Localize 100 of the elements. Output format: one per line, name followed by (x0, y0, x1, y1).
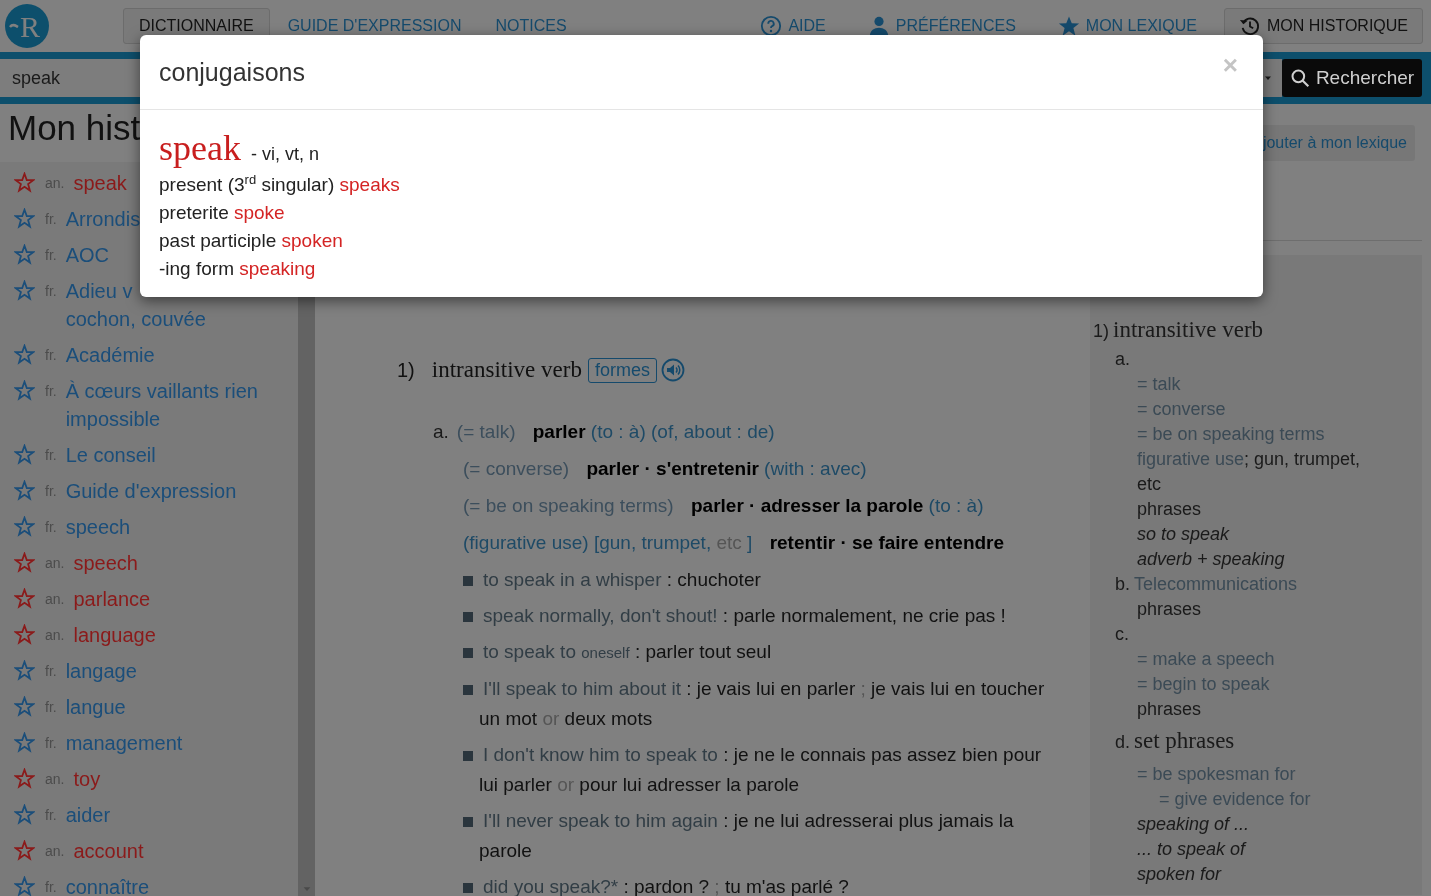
usage-note[interactable]: = talk (1137, 374, 1181, 394)
outline-link[interactable]: spoken for (1137, 864, 1222, 884)
star-icon[interactable] (14, 280, 35, 301)
history-link[interactable]: AOC (65, 241, 109, 269)
help-icon (760, 15, 783, 37)
star-icon[interactable] (14, 660, 35, 681)
history-link[interactable]: langage (65, 657, 137, 685)
star-icon[interactable] (14, 208, 35, 229)
bullet-icon (463, 751, 473, 761)
nav-link[interactable]: MON LEXIQUE (1042, 8, 1212, 44)
outline-link[interactable]: speaking of ... (1137, 814, 1250, 834)
star-icon[interactable] (14, 840, 35, 861)
scroll-down-icon[interactable] (301, 884, 312, 894)
history-link[interactable]: connaître (65, 873, 150, 896)
dialog-title: conjugaisons (159, 57, 306, 87)
sense-label: a. (433, 420, 449, 444)
star-icon[interactable] (14, 344, 35, 365)
outline-label: a. (1115, 349, 1130, 369)
headword: speak (159, 128, 241, 168)
user-icon (867, 15, 890, 37)
bullet-icon (463, 883, 473, 893)
outline-link[interactable]: phrases (1137, 699, 1202, 719)
star-icon[interactable] (14, 768, 35, 789)
outline-link[interactable]: phrases (1137, 499, 1202, 519)
usage-note[interactable]: = make a speech (1137, 649, 1275, 669)
search-button[interactable]: Rechercher (1282, 59, 1422, 97)
history-link[interactable]: speech (65, 513, 131, 541)
star-icon (1057, 15, 1080, 37)
nav-link[interactable]: MON HISTORIQUE (1223, 8, 1423, 44)
search-icon (1289, 68, 1310, 88)
history-link[interactable]: speech (73, 549, 138, 577)
star-icon[interactable] (14, 624, 35, 645)
history-link[interactable]: management (65, 729, 183, 757)
star-icon[interactable] (14, 172, 35, 193)
tense-label: -ing form (159, 258, 234, 280)
history-link[interactable]: Académie (65, 341, 155, 369)
bullet-icon (463, 648, 473, 658)
history-link[interactable]: À cœurs vaillants rien impossible (65, 377, 298, 433)
star-icon[interactable] (14, 444, 35, 465)
sense-number: 1) (397, 358, 415, 382)
history-link[interactable]: toy (73, 765, 101, 793)
usage-note[interactable]: = give evidence for (1159, 789, 1311, 809)
bullet-icon (463, 817, 473, 827)
usage-note[interactable]: Telecommunications (1134, 574, 1298, 594)
outline-link[interactable]: phrases (1137, 599, 1202, 619)
nav-tab[interactable]: GUIDE D'EXPRESSION (271, 8, 478, 44)
panel-title: Mon hist (8, 107, 141, 149)
outline-label: b. (1115, 574, 1130, 594)
outline-label: c. (1115, 624, 1129, 644)
star-icon[interactable] (14, 516, 35, 537)
history-link[interactable]: speak (73, 169, 127, 197)
outline-link[interactable]: set phrases (1134, 728, 1235, 753)
star-icon[interactable] (14, 480, 35, 501)
tense-label: present (3$^{rd}$ singular) (159, 174, 335, 196)
bullet-icon (463, 685, 473, 695)
definition-line: (= be on speaking terms) parler · adresser la parole (to : à) (463, 494, 985, 518)
nav-tab[interactable]: NOTICES (479, 8, 583, 44)
star-icon[interactable] (14, 696, 35, 717)
outline-label: 1) (1093, 321, 1109, 341)
history-link[interactable]: parlance (73, 585, 151, 613)
history-link[interactable]: aider (65, 801, 111, 829)
forms-button[interactable]: formes (587, 357, 657, 383)
star-icon[interactable] (14, 588, 35, 609)
outline-link[interactable]: ... to speak of (1137, 839, 1246, 859)
close-button[interactable]: × (1216, 49, 1244, 81)
usage-note[interactable]: = be spokesman for (1137, 764, 1296, 784)
history-link[interactable]: account (73, 837, 144, 865)
history-link[interactable]: langue (65, 693, 126, 721)
example-line: speak normally, don't shout! : parle normalement, ne crie pas ! (482, 604, 1007, 628)
outline-link[interactable]: adverb + speaking (1137, 549, 1285, 569)
example-line: to speak in a whisper : chuchoter (482, 568, 762, 592)
nav-link[interactable]: AIDE (745, 8, 841, 44)
definition-line: (= converse) parler · s'entretenir (with : avec) (463, 457, 868, 481)
logo[interactable]: R (5, 4, 49, 48)
star-icon[interactable] (14, 552, 35, 573)
usage-note[interactable]: = begin to speak (1137, 674, 1270, 694)
outline-link[interactable]: intransitive verb (1113, 317, 1264, 342)
history-link[interactable]: language (73, 621, 156, 649)
star-icon[interactable] (14, 380, 35, 401)
star-icon[interactable] (14, 804, 35, 825)
part-of-speech: - vi, vt, n (250, 144, 319, 164)
history-link[interactable]: Arrondis (65, 205, 141, 233)
tense-label: past participle (159, 230, 277, 252)
speaker-icon[interactable] (660, 358, 685, 382)
history-link[interactable]: Guide d'expression (65, 477, 237, 505)
bullet-icon (463, 576, 473, 586)
verb-form: spoke (234, 202, 285, 224)
usage-note[interactable]: = be on speaking terms (1137, 424, 1325, 444)
star-icon[interactable] (14, 876, 35, 896)
tense-label: preterite (159, 202, 229, 224)
definition-line: (= talk) parler (to : à) (of, about : de) (456, 420, 776, 444)
usage-note[interactable]: = converse (1137, 399, 1226, 419)
history-icon (1238, 15, 1261, 37)
verb-form: speaking (239, 258, 316, 280)
outline-label: d. (1115, 732, 1130, 752)
history-link[interactable]: Le conseil (65, 441, 156, 469)
outline-link[interactable]: so to speak (1137, 524, 1230, 544)
star-icon[interactable] (14, 244, 35, 265)
verb-form: spoken (281, 230, 343, 252)
star-icon[interactable] (14, 732, 35, 753)
